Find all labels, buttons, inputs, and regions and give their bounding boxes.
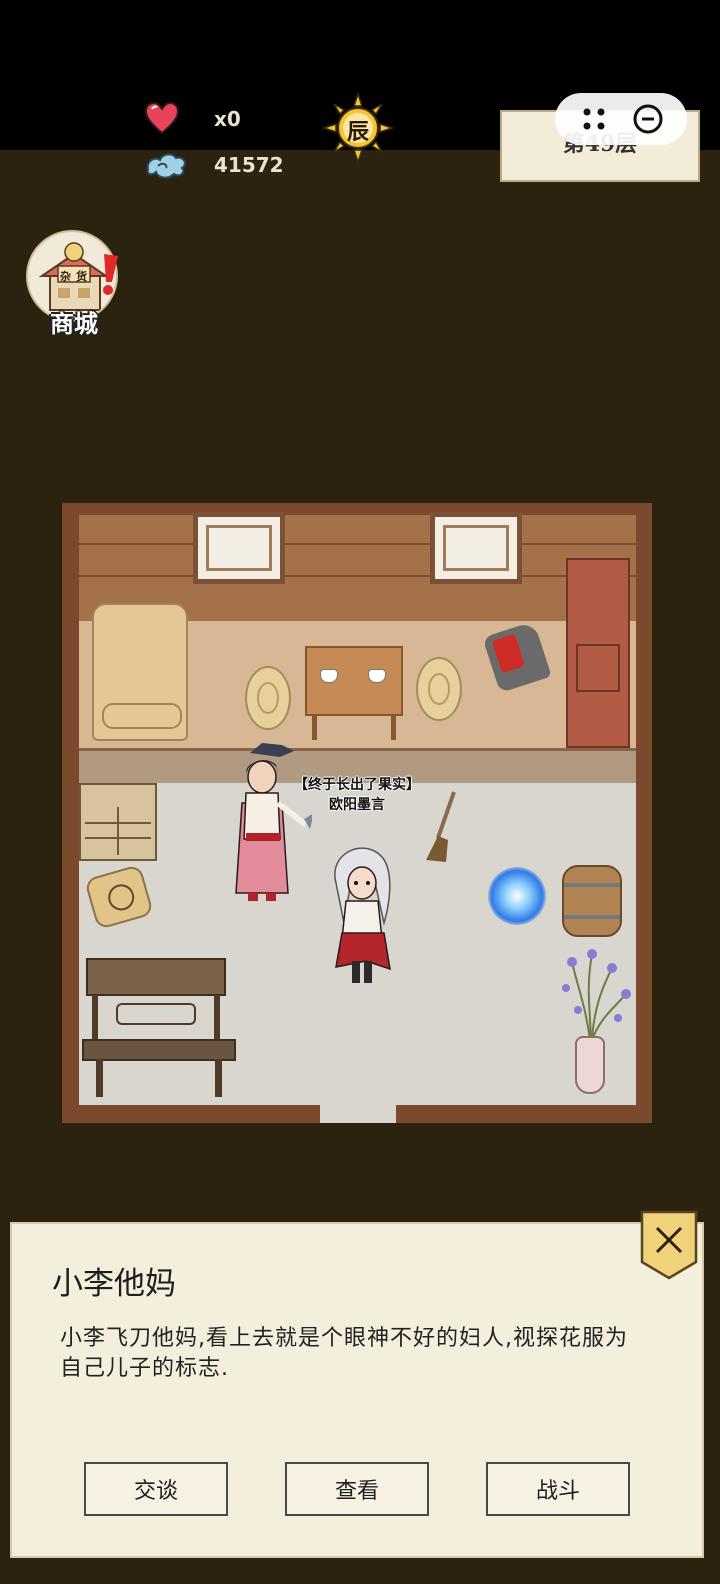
wall-beam (79, 543, 636, 545)
wall-beam (79, 575, 636, 577)
talk-button[interactable]: 交谈 (84, 1462, 228, 1516)
drawer-cabinet (79, 783, 157, 861)
cloud-icon (146, 153, 186, 179)
hearts-counter: x0 (144, 101, 241, 137)
wooden-desk-legs (92, 995, 220, 1041)
wooden-desk (86, 958, 226, 996)
low-tea-table (305, 646, 403, 716)
dialog-description: 小李飞刀他妈,看上去就是个眼神不好的妇人,视探花服为自己儿子的标志. (60, 1326, 628, 1381)
tea-cup (320, 669, 338, 683)
dialog-title: 小李他妈 (52, 1266, 176, 1302)
inspect-button[interactable]: 查看 (285, 1462, 429, 1516)
exit-icon[interactable] (632, 103, 664, 135)
wooden-bench (82, 1039, 236, 1061)
red-cabinet (566, 558, 630, 748)
tea-cup (368, 669, 386, 683)
flower-vase (575, 1036, 605, 1094)
more-icon[interactable] (579, 104, 609, 134)
lattice-window (430, 512, 522, 584)
shop-sign-top: 杂 (60, 270, 71, 283)
floor-cushion (416, 657, 462, 721)
fight-button[interactable]: 战斗 (486, 1462, 630, 1516)
shop-label: 商城 (50, 309, 98, 338)
miniprogram-capsule (555, 93, 687, 145)
time-glyph: 辰 (346, 119, 369, 145)
shop-sign-bottom: 货 (76, 270, 87, 283)
player-character[interactable] (324, 843, 402, 988)
room-scene[interactable]: 【终于长出了果实】 欧阳墨言 (62, 503, 652, 1123)
time-of-day-indicator[interactable]: 辰 (321, 91, 395, 165)
npc-dialog-panel: 小李他妈 小李飞刀他妈,看上去就是个眼神不好的妇人,视探花服为自己儿子的标志. … (10, 1222, 704, 1558)
notification-alert-icon (103, 254, 118, 295)
heart-icon (144, 101, 180, 135)
flower-stems (562, 949, 631, 1040)
wooden-barrel[interactable] (562, 865, 622, 937)
shop-button[interactable]: 杂 货 商城 (26, 230, 122, 340)
close-dialog-button[interactable] (640, 1210, 698, 1280)
npc-character[interactable] (222, 743, 312, 908)
floor-cushion (245, 666, 291, 730)
wooden-bench-legs (96, 1059, 222, 1097)
room-doorway[interactable] (320, 1105, 396, 1123)
low-tea-table-legs (312, 714, 396, 740)
spirit-counter: 41572 (144, 150, 284, 180)
lattice-window (193, 512, 285, 584)
spirit-value: 41572 (214, 153, 284, 177)
hearts-value: x0 (214, 107, 241, 131)
teleport-portal[interactable] (488, 867, 546, 925)
bedroll (92, 603, 188, 741)
